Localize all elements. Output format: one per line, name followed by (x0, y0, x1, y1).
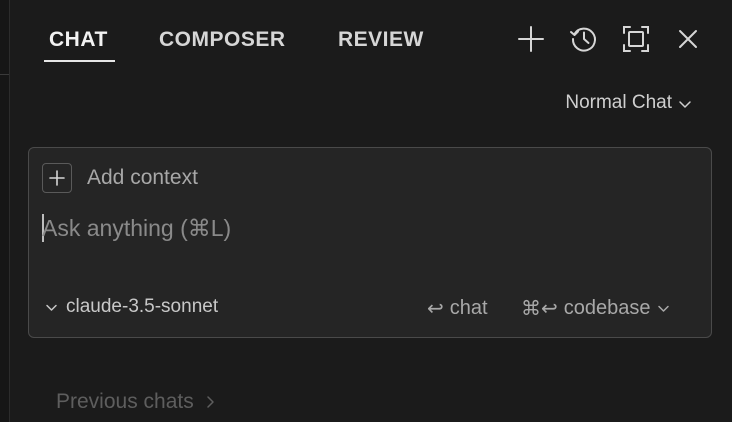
chevron-right-icon (206, 396, 214, 408)
history-icon (570, 27, 596, 52)
chat-mode-label: Normal Chat (565, 92, 672, 113)
prompt-input[interactable] (42, 210, 682, 246)
plus-icon (518, 26, 544, 52)
send-chat-label: chat (449, 297, 488, 319)
model-name: claude-3.5-sonnet (66, 296, 219, 317)
divider (0, 74, 9, 75)
tab-composer[interactable]: COMPOSER (159, 28, 286, 52)
chevron-down-icon (657, 305, 669, 312)
previous-chats-label: Previous chats (56, 390, 194, 413)
send-codebase-label: codebase (563, 297, 651, 319)
close-button[interactable] (673, 24, 703, 54)
history-button[interactable] (569, 24, 599, 54)
active-tab-indicator (44, 60, 115, 62)
send-codebase-button[interactable]: ⌘↩ codebase (521, 296, 670, 321)
maximize-button[interactable] (621, 24, 651, 54)
enter-key-icon: ↩ (427, 298, 444, 320)
add-context-button[interactable] (42, 163, 72, 193)
add-context-label[interactable]: Add context (87, 166, 198, 190)
chevron-down-icon (679, 101, 691, 108)
chat-panel: CHAT COMPOSER REVIEW Normal Chat Add con… (0, 0, 732, 422)
model-dropdown[interactable]: claude-3.5-sonnet (45, 296, 218, 318)
maximize-icon (623, 26, 649, 52)
tab-chat[interactable]: CHAT (49, 28, 108, 52)
plus-icon (49, 170, 65, 186)
previous-chats-link[interactable]: Previous chats (56, 390, 215, 414)
chevron-down-icon (46, 304, 57, 311)
new-chat-button[interactable] (516, 24, 546, 54)
prompt-box: Add context claude-3.5-sonnet ↩ chat ⌘↩ … (28, 147, 712, 338)
close-icon (679, 30, 697, 48)
tab-review[interactable]: REVIEW (338, 28, 424, 52)
editor-edge (0, 0, 10, 422)
cmd-enter-key-icon: ⌘↩ (521, 298, 558, 320)
send-chat-button[interactable]: ↩ chat (427, 296, 488, 321)
chat-mode-dropdown[interactable]: Normal Chat (565, 92, 692, 114)
